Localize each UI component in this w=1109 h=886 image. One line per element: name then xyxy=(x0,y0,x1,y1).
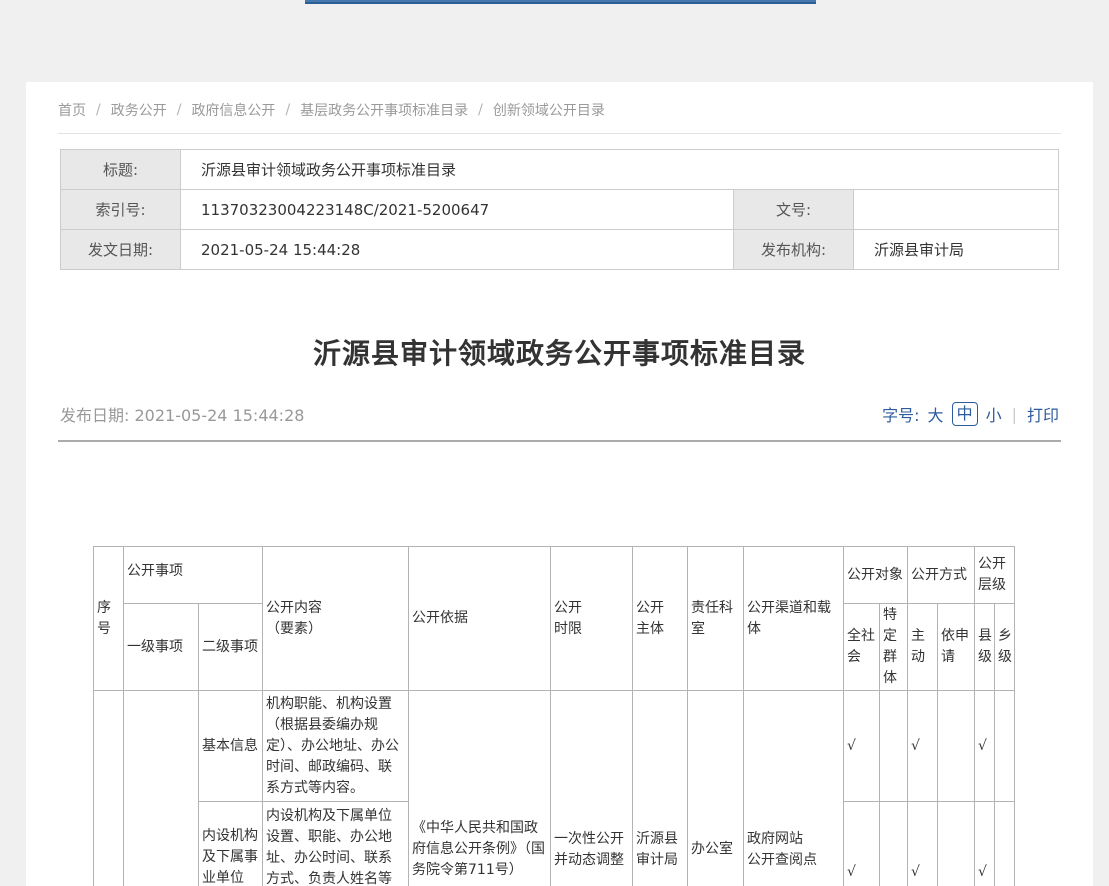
cell-check-township xyxy=(995,691,1015,802)
breadcrumb-zhengwu[interactable]: 政务公开 xyxy=(111,100,167,120)
col-header-subject: 公开 主体 xyxy=(633,547,688,691)
print-button[interactable]: 打印 xyxy=(1027,402,1059,426)
col-header-department: 责任科室 xyxy=(688,547,744,691)
breadcrumb-separator: / xyxy=(177,102,182,118)
meta-org-value: 沂源县审计局 xyxy=(854,230,1059,270)
col-header-level: 公开 层级 xyxy=(975,547,1015,604)
meta-docnum-label: 文号: xyxy=(734,190,854,230)
cell-basis: 《中华人民共和国政府信息公开条例》（国务院令第711号） xyxy=(409,691,551,886)
meta-docnum-value xyxy=(854,190,1059,230)
meta-row-index: 索引号: 11370323004223148C/2021-5200647 文号: xyxy=(61,190,1059,230)
cell-check-to-group xyxy=(880,802,908,886)
meta-date-label: 发文日期: xyxy=(61,230,181,270)
col-header-on-request: 依申请 xyxy=(938,604,975,691)
col-header-xuhao: 序号 xyxy=(94,547,124,691)
cell-xuhao xyxy=(94,691,124,886)
col-header-channel: 公开渠道和载体 xyxy=(744,547,844,691)
cell-time-limit: 一次性公开并动态调整 xyxy=(551,691,633,886)
col-header-gongkai-shixiang: 公开事项 xyxy=(124,547,263,604)
col-header-to-group: 特定群体 xyxy=(880,604,908,691)
article-divider xyxy=(58,440,1061,442)
cell-level2: 内设机构及下属事业单位 xyxy=(199,802,263,886)
cell-content: 机构职能、机构设置（根据县委编办规定）、办公地址、办公时间、邮政编码、联系方式等… xyxy=(263,691,409,802)
content-card: 首页 / 政务公开 / 政府信息公开 / 基层政务公开事项标准目录 / 创新领域… xyxy=(26,82,1093,886)
cell-level2: 基本信息 xyxy=(199,691,263,802)
cell-check-on-request xyxy=(938,691,975,802)
cell-check-proactive: √ xyxy=(908,691,938,802)
top-navbar-remnant xyxy=(305,0,816,4)
cell-check-county: √ xyxy=(975,802,995,886)
font-size-small-button[interactable]: 小 xyxy=(986,402,1002,426)
cell-check-to-public: √ xyxy=(844,691,880,802)
document-meta-table: 标题: 沂源县审计领域政务公开事项标准目录 索引号: 1137032300422… xyxy=(60,149,1059,270)
font-size-controls: 字号: 大 中 小 | 打印 xyxy=(882,402,1059,426)
breadcrumb-info-disclosure[interactable]: 政府信息公开 xyxy=(191,100,275,120)
cell-subject: 沂源县审计局 xyxy=(633,691,688,886)
meta-org-label: 发布机构: xyxy=(734,230,854,270)
publish-date: 发布日期: 2021-05-24 15:44:28 xyxy=(60,402,304,426)
font-size-label: 字号: xyxy=(882,402,919,426)
col-header-to-public: 全社会 xyxy=(844,604,880,691)
publish-info-row: 发布日期: 2021-05-24 15:44:28 字号: 大 中 小 | 打印 xyxy=(60,402,1059,426)
col-header-time-limit: 公开 时限 xyxy=(551,547,633,691)
col-header-content: 公开内容 （要素） xyxy=(263,547,409,691)
header-row-groups: 序号 公开事项 公开内容 （要素） 公开依据 公开 时限 公开 主体 责任科室 … xyxy=(94,547,1015,604)
breadcrumb: 首页 / 政务公开 / 政府信息公开 / 基层政务公开事项标准目录 / 创新领域… xyxy=(26,82,1093,120)
cell-check-to-public: √ xyxy=(844,802,880,886)
table-row: 基本信息 机构职能、机构设置（根据县委编办规定）、办公地址、办公时间、邮政编码、… xyxy=(94,691,1015,802)
cell-check-on-request xyxy=(938,802,975,886)
breadcrumb-separator: / xyxy=(478,102,483,118)
disclosure-catalog-table: 序号 公开事项 公开内容 （要素） 公开依据 公开 时限 公开 主体 责任科室 … xyxy=(93,546,1015,886)
publish-date-label: 发布日期: xyxy=(60,406,129,425)
page-title: 沂源县审计领域政务公开事项标准目录 xyxy=(26,332,1093,372)
col-header-audience: 公开对象 xyxy=(844,547,908,604)
meta-date-value: 2021-05-24 15:44:28 xyxy=(181,230,734,270)
col-header-basis: 公开依据 xyxy=(409,547,551,691)
breadcrumb-innovation-catalog[interactable]: 创新领域公开目录 xyxy=(493,100,605,120)
cell-check-proactive: √ xyxy=(908,802,938,886)
col-header-level1: 一级事项 xyxy=(124,604,199,691)
col-header-method: 公开方式 xyxy=(908,547,975,604)
controls-divider: | xyxy=(1012,405,1017,424)
meta-row-date: 发文日期: 2021-05-24 15:44:28 发布机构: 沂源县审计局 xyxy=(61,230,1059,270)
col-header-proactive: 主动 xyxy=(908,604,938,691)
col-header-township: 乡级 xyxy=(995,604,1015,691)
cell-check-township xyxy=(995,802,1015,886)
font-size-medium-button[interactable]: 中 xyxy=(952,402,978,426)
cell-level1 xyxy=(124,691,199,886)
meta-index-label: 索引号: xyxy=(61,190,181,230)
col-header-county: 县级 xyxy=(975,604,995,691)
breadcrumb-divider xyxy=(58,133,1061,134)
meta-row-title: 标题: 沂源县审计领域政务公开事项标准目录 xyxy=(61,150,1059,190)
meta-title-label: 标题: xyxy=(61,150,181,190)
breadcrumb-standard-catalog[interactable]: 基层政务公开事项标准目录 xyxy=(300,100,468,120)
font-size-large-button[interactable]: 大 xyxy=(928,402,944,426)
meta-index-value: 11370323004223148C/2021-5200647 xyxy=(181,190,734,230)
publish-date-value: 2021-05-24 15:44:28 xyxy=(135,406,305,425)
col-header-level2: 二级事项 xyxy=(199,604,263,691)
cell-department: 办公室 xyxy=(688,691,744,886)
meta-title-value: 沂源县审计领域政务公开事项标准目录 xyxy=(181,150,1059,190)
breadcrumb-home[interactable]: 首页 xyxy=(58,100,86,120)
cell-channel: 政府网站 公开查阅点 xyxy=(744,691,844,886)
breadcrumb-separator: / xyxy=(285,102,290,118)
catalog-table-container: 序号 公开事项 公开内容 （要素） 公开依据 公开 时限 公开 主体 责任科室 … xyxy=(93,546,1093,886)
cell-content: 内设机构及下属单位设置、职能、办公地址、办公时间、联系方式、负责人姓名等内容。 xyxy=(263,802,409,886)
breadcrumb-separator: / xyxy=(96,102,101,118)
cell-check-county: √ xyxy=(975,691,995,802)
cell-check-to-group xyxy=(880,691,908,802)
